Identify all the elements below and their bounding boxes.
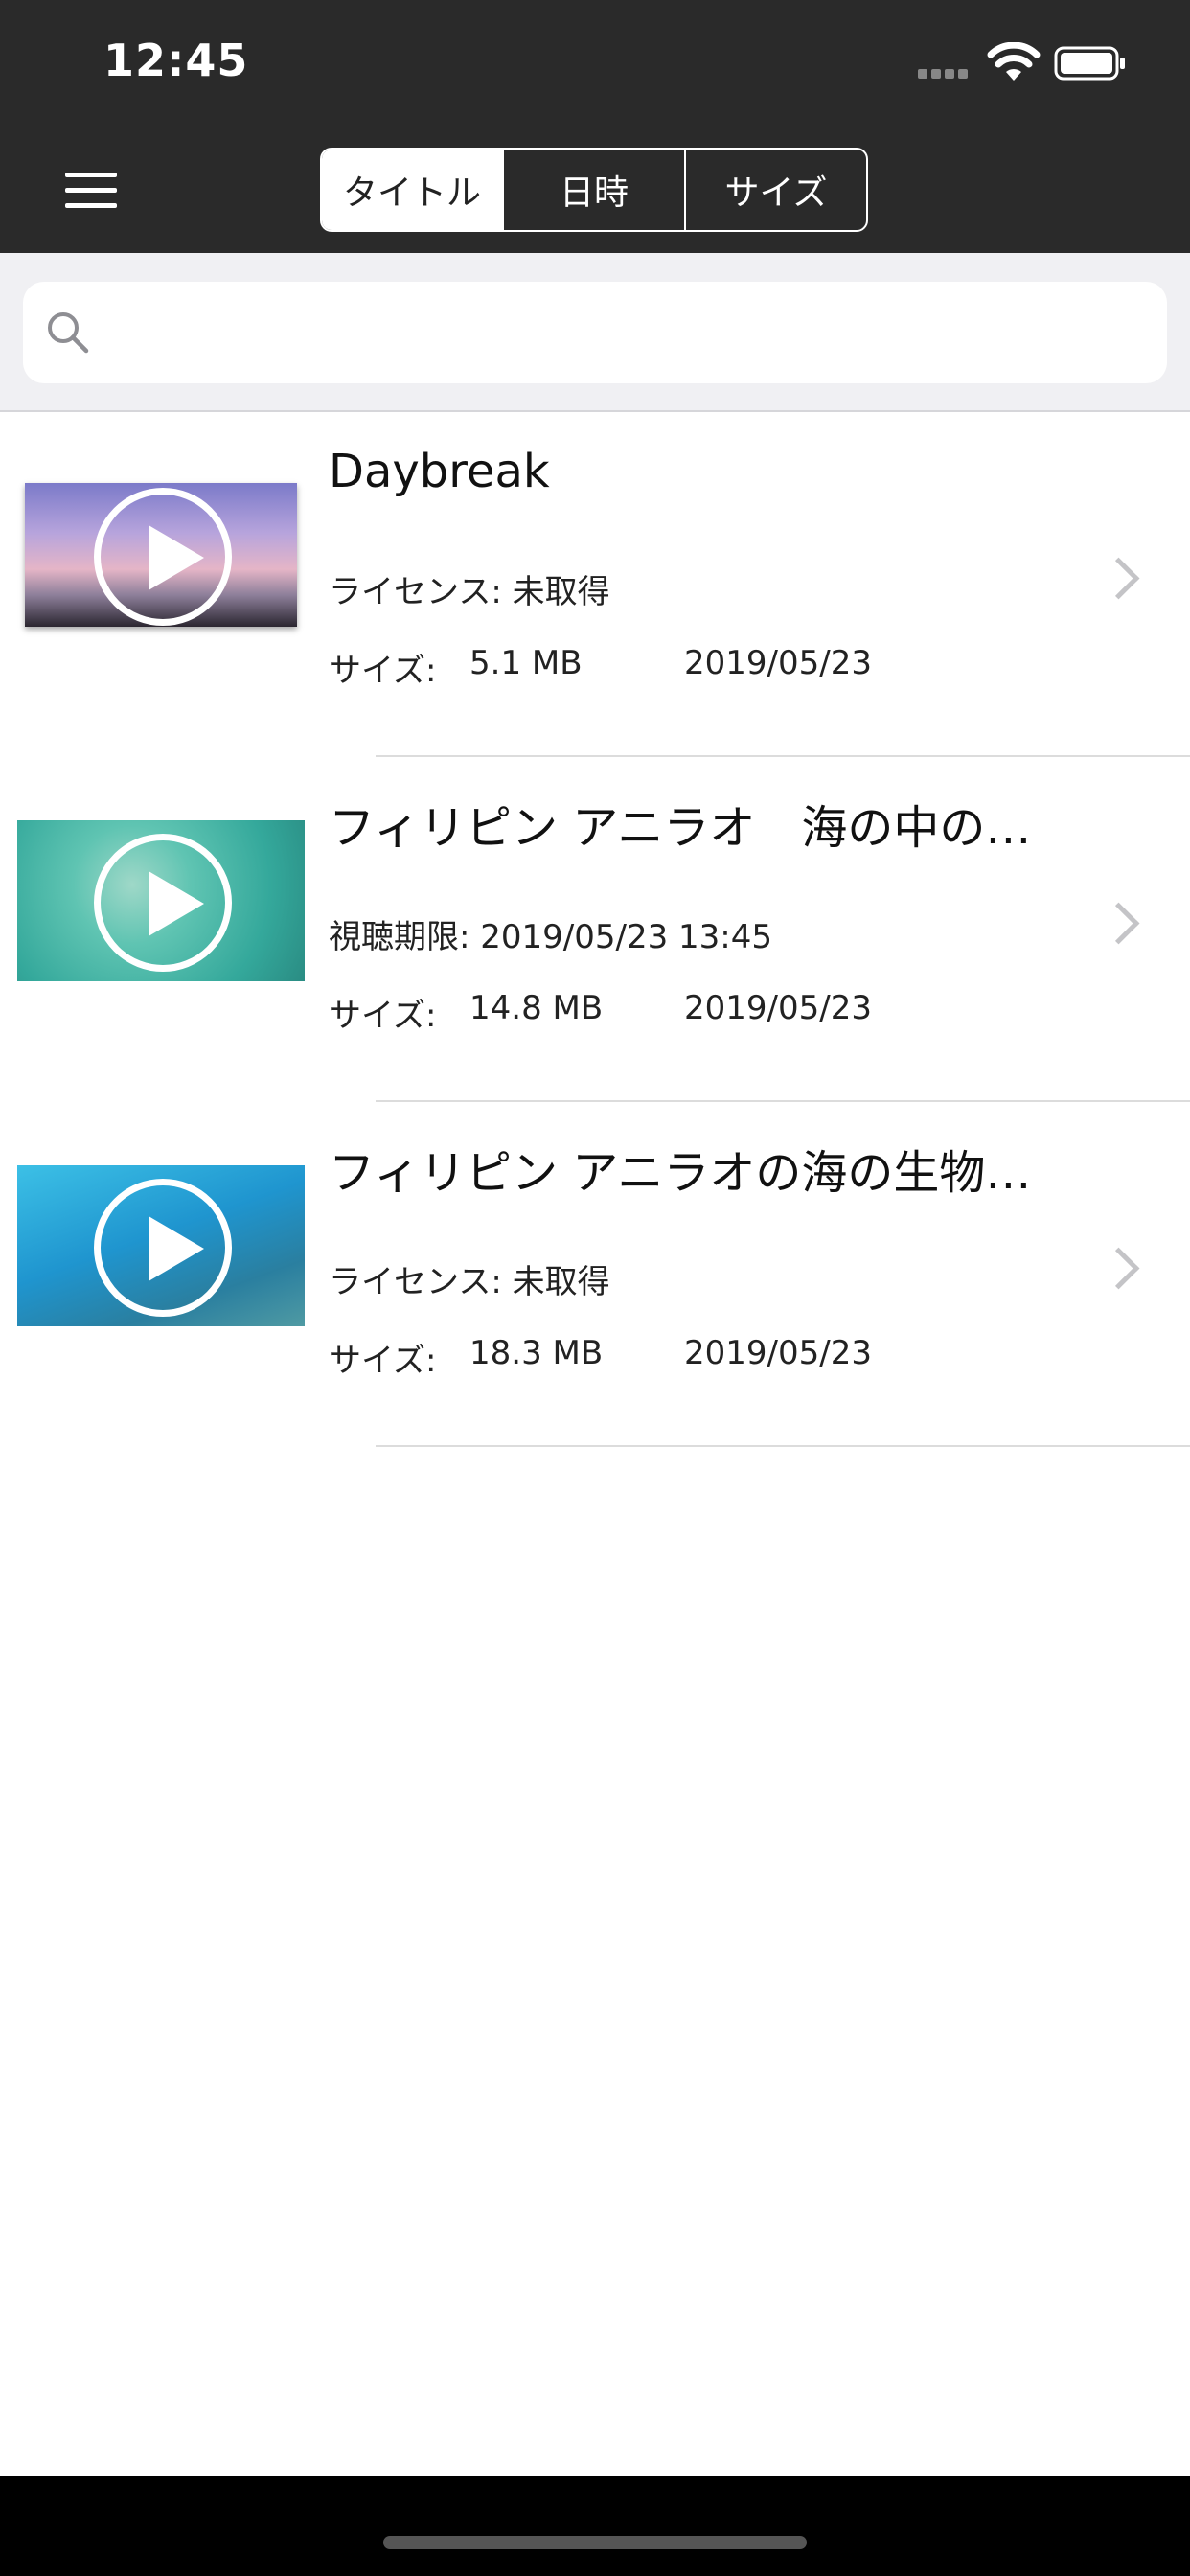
sort-tab-date[interactable]: 日時 [504, 150, 686, 230]
search-input[interactable] [109, 282, 1148, 385]
hamburger-menu-icon[interactable] [57, 169, 125, 213]
video-title: フィリピン アニラオ 海の中の… [329, 801, 1032, 855]
video-title: フィリピン アニラオの海の生物… [329, 1146, 1032, 1200]
status-bar: 12:45 [0, 0, 1190, 126]
video-list: Daybreak ライセンス: 未取得 サイズ: 5.1 MB 2019/05/… [0, 412, 1190, 1447]
search-icon [48, 312, 89, 354]
video-title: Daybreak [329, 445, 550, 498]
file-size: 5.1 MB [469, 644, 583, 682]
file-size: 14.8 MB [469, 989, 604, 1027]
chevron-right-icon [1097, 902, 1140, 945]
size-label: サイズ: [329, 1342, 437, 1380]
video-thumbnail[interactable] [25, 483, 297, 627]
cellular-signal-icon [918, 58, 975, 79]
sort-segmented-control: タイトル 日時 サイズ [320, 148, 868, 232]
size-label: サイズ: [329, 997, 437, 1035]
video-date: 2019/05/23 [684, 1334, 872, 1372]
video-thumbnail[interactable] [17, 1165, 305, 1326]
sort-tab-title[interactable]: タイトル [322, 150, 504, 230]
row-divider [376, 1445, 1190, 1447]
wifi-icon [987, 42, 1041, 80]
battery-icon [1054, 46, 1125, 80]
video-row-anilao-2[interactable]: フィリピン アニラオの海の生物… ライセンス: 未取得 サイズ: 18.3 MB… [0, 1102, 1190, 1447]
chevron-right-icon [1097, 1247, 1140, 1290]
play-icon [94, 834, 232, 972]
navigation-bar: タイトル 日時 サイズ [0, 126, 1190, 253]
chevron-right-icon [1097, 557, 1140, 600]
play-icon [94, 1179, 232, 1317]
license-status: ライセンス: 未取得 [329, 573, 610, 611]
home-indicator[interactable] [383, 2536, 807, 2549]
video-row-anilao-1[interactable]: フィリピン アニラオ 海の中の… 視聴期限: 2019/05/23 13:45 … [0, 757, 1190, 1102]
home-indicator-area [0, 2476, 1190, 2576]
video-thumbnail[interactable] [17, 820, 305, 981]
size-label: サイズ: [329, 652, 437, 690]
video-date: 2019/05/23 [684, 989, 872, 1027]
video-date: 2019/05/23 [684, 644, 872, 682]
search-field[interactable] [23, 282, 1167, 385]
video-row-daybreak[interactable]: Daybreak ライセンス: 未取得 サイズ: 5.1 MB 2019/05/… [0, 412, 1190, 757]
play-icon [94, 488, 232, 626]
sort-tab-size[interactable]: サイズ [686, 150, 866, 230]
status-time: 12:45 [103, 34, 249, 86]
search-area [0, 253, 1190, 412]
file-size: 18.3 MB [469, 1334, 604, 1372]
license-status: ライセンス: 未取得 [329, 1263, 610, 1301]
viewing-deadline: 視聴期限: 2019/05/23 13:45 [329, 918, 773, 956]
